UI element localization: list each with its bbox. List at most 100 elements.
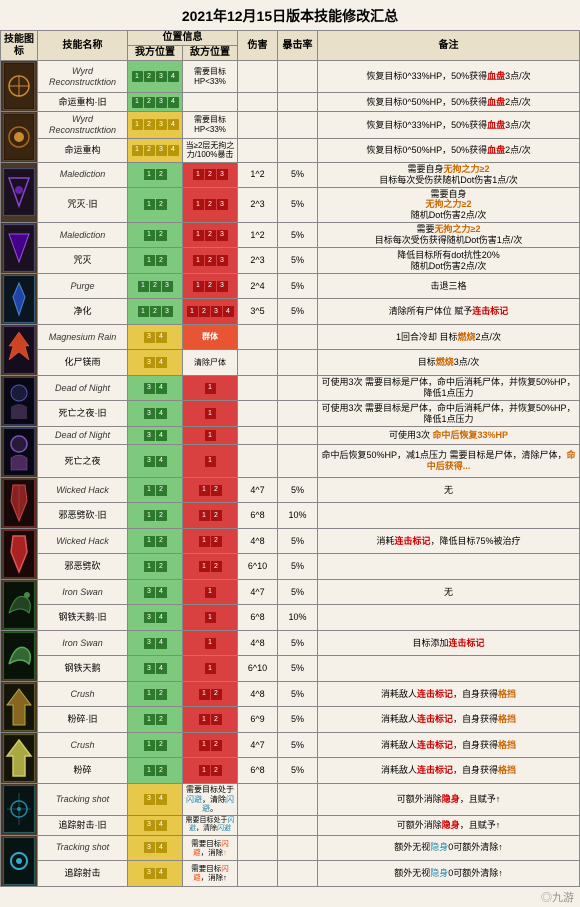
dmg <box>238 350 278 376</box>
note: 目标燃烧3点/次 <box>318 350 580 376</box>
crit <box>278 861 318 887</box>
my-pos: 3 4 <box>128 815 183 835</box>
table-row: 钢铁天鹅 3 4 1 6^10 5% <box>1 656 580 682</box>
skill-icon <box>1 273 38 324</box>
skill-name-en: Purge <box>38 273 128 299</box>
enemy-pos: 1 2 3 <box>183 273 238 299</box>
note: 消耗敌人连击标记，自身获得格挡 <box>318 681 580 707</box>
note: 恢复目标0^33%HP，50%获得血盘3点/次 <box>318 112 580 139</box>
my-pos: 1 2 <box>128 222 183 248</box>
skill-name-en: Wyrd Reconstructktion <box>38 61 128 93</box>
note: 可使用3次 命中后恢复33%HP <box>318 426 580 445</box>
enemy-pos: 需要目标处于闪避，清除闪避。 <box>183 783 238 815</box>
skill-icon <box>1 528 38 579</box>
note: 恢复目标0^33%HP，50%获得血盘3点/次 <box>318 61 580 93</box>
skill-name-en: Iron Swan <box>38 579 128 605</box>
header-my-pos: 我方位置 <box>128 46 183 61</box>
table-row: Tracking shot 3 4 需要目标闪避，消除↑ 额外无视隐身0可额外清… <box>1 835 580 861</box>
skill-name-cn: 追踪射击·旧 <box>38 815 128 835</box>
my-pos: 1 2 3 4 <box>128 112 183 139</box>
table-row: Malediction 1 2 1 2 3 1^2 5% 需要无拘之力≥2目标每… <box>1 222 580 248</box>
note: 需要自身无拘之力≥2目标每次受伤获随机Dot伤害1点/次 <box>318 163 580 188</box>
table-row: 命运重构 1 2 3 4 当≥2层无拘之力/100%暴击 恢复目标0^50%HP… <box>1 138 580 162</box>
page-title: 2021年12月15日版本技能修改汇总 <box>0 0 580 30</box>
note: 需要自身无拘之力≥2随机Dot伤害2点/次 <box>318 187 580 222</box>
dmg: 6^10 <box>238 554 278 580</box>
crit <box>278 783 318 815</box>
table-row: 粉碎·旧 1 2 1 2 6^9 5% 消耗敌人连击标记，自身获得格挡 <box>1 707 580 733</box>
table-row: Crush 1 2 1 2 4^7 5% 消耗敌人连击标记，自身获得格挡 <box>1 732 580 758</box>
dmg <box>238 426 278 445</box>
enemy-pos: 需要目标HP<33% <box>183 61 238 93</box>
my-pos: 1 2 3 4 <box>128 93 183 112</box>
my-pos: 1 2 <box>128 707 183 733</box>
my-pos: 1 2 <box>128 528 183 554</box>
dmg <box>238 138 278 162</box>
dmg: 6^8 <box>238 605 278 631</box>
my-pos: 1 2 3 4 <box>128 138 183 162</box>
crit: 5% <box>278 477 318 503</box>
skill-name-cn: 咒灭·旧 <box>38 187 128 222</box>
crit: 5% <box>278 681 318 707</box>
enemy-pos: 1 <box>183 375 238 401</box>
table-row: 追踪射击 3 4 需要目标闪避，消除↑ 额外无视隐身0可额外清除↑ <box>1 861 580 887</box>
skill-name-cn: 邪恶劈砍 <box>38 554 128 580</box>
crit <box>278 93 318 112</box>
skill-name-cn: 钢铁天鹅·旧 <box>38 605 128 631</box>
crit: 5% <box>278 222 318 248</box>
my-pos: 3 4 <box>128 324 183 350</box>
skill-name-en: Tracking shot <box>38 835 128 861</box>
note: 命中后恢复50%HP，减1点压力 需要目标是尸体，清除尸体，命中后获得... <box>318 445 580 478</box>
my-pos: 3 4 <box>128 861 183 887</box>
crit <box>278 815 318 835</box>
crit: 5% <box>278 707 318 733</box>
note: 恢复目标0^50%HP，50%获得血盘2点/次 <box>318 93 580 112</box>
skill-name-en: Wyrd Reconstructktion <box>38 112 128 139</box>
skill-name-en: Magnesium Rain <box>38 324 128 350</box>
dmg <box>238 112 278 139</box>
skill-name-cn: 化尸镁雨 <box>38 350 128 376</box>
table-row: 净化 1 2 3 1 2 3 4 3^5 5% 清除所有尸体位 赋予连击标记 <box>1 299 580 325</box>
table-row: Wyrd Reconstructktion 1 2 3 4 需要目标HP<33%… <box>1 112 580 139</box>
enemy-pos: 1 2 3 <box>183 248 238 274</box>
my-pos: 1 2 <box>128 187 183 222</box>
crit <box>278 426 318 445</box>
note: 可额外消除隐身，且赋予↑ <box>318 783 580 815</box>
crit: 5% <box>278 656 318 682</box>
note: 击退三格 <box>318 273 580 299</box>
table-row: Tracking shot 3 4 需要目标处于闪避，清除闪避。 可额外消除隐身… <box>1 783 580 815</box>
skill-icon <box>1 112 38 163</box>
my-pos: 1 2 <box>128 503 183 529</box>
enemy-pos: 1 <box>183 605 238 631</box>
enemy-pos: 1 2 <box>183 503 238 529</box>
crit: 10% <box>278 605 318 631</box>
note <box>318 605 580 631</box>
enemy-pos: 1 2 <box>183 681 238 707</box>
header-icon: 技能图标 <box>1 31 38 61</box>
dmg <box>238 93 278 112</box>
header-name: 技能名称 <box>38 31 128 61</box>
crit: 5% <box>278 732 318 758</box>
skill-icon <box>1 163 38 223</box>
skill-name-cn: 粉碎 <box>38 758 128 784</box>
table-row: Wicked Hack 1 2 1 2 4^8 5% 消耗连击标记，降低目标75… <box>1 528 580 554</box>
crit <box>278 138 318 162</box>
dmg <box>238 324 278 350</box>
table-row: Iron Swan 3 4 1 4^8 5% 目标添加连击标记 <box>1 630 580 656</box>
enemy-pos: 1 <box>183 426 238 445</box>
enemy-pos: 1 2 <box>183 528 238 554</box>
note: 清除所有尸体位 赋予连击标记 <box>318 299 580 325</box>
my-pos: 3 4 <box>128 783 183 815</box>
skill-name-en: Crush <box>38 732 128 758</box>
crit <box>278 401 318 427</box>
enemy-pos: 需要目标闪避，消除↑ <box>183 861 238 887</box>
enemy-pos: 1 <box>183 656 238 682</box>
enemy-pos: 1 2 3 <box>183 187 238 222</box>
header-enemy-pos: 敌方位置 <box>183 46 238 61</box>
skill-icon <box>1 477 38 528</box>
crit <box>278 350 318 376</box>
table-row: Wyrd Reconstructktion 1 2 3 4 需要目标HP<33%… <box>1 61 580 93</box>
note <box>318 554 580 580</box>
note: 消耗敌人连击标记，自身获得格挡 <box>318 732 580 758</box>
skill-icon <box>1 579 38 630</box>
